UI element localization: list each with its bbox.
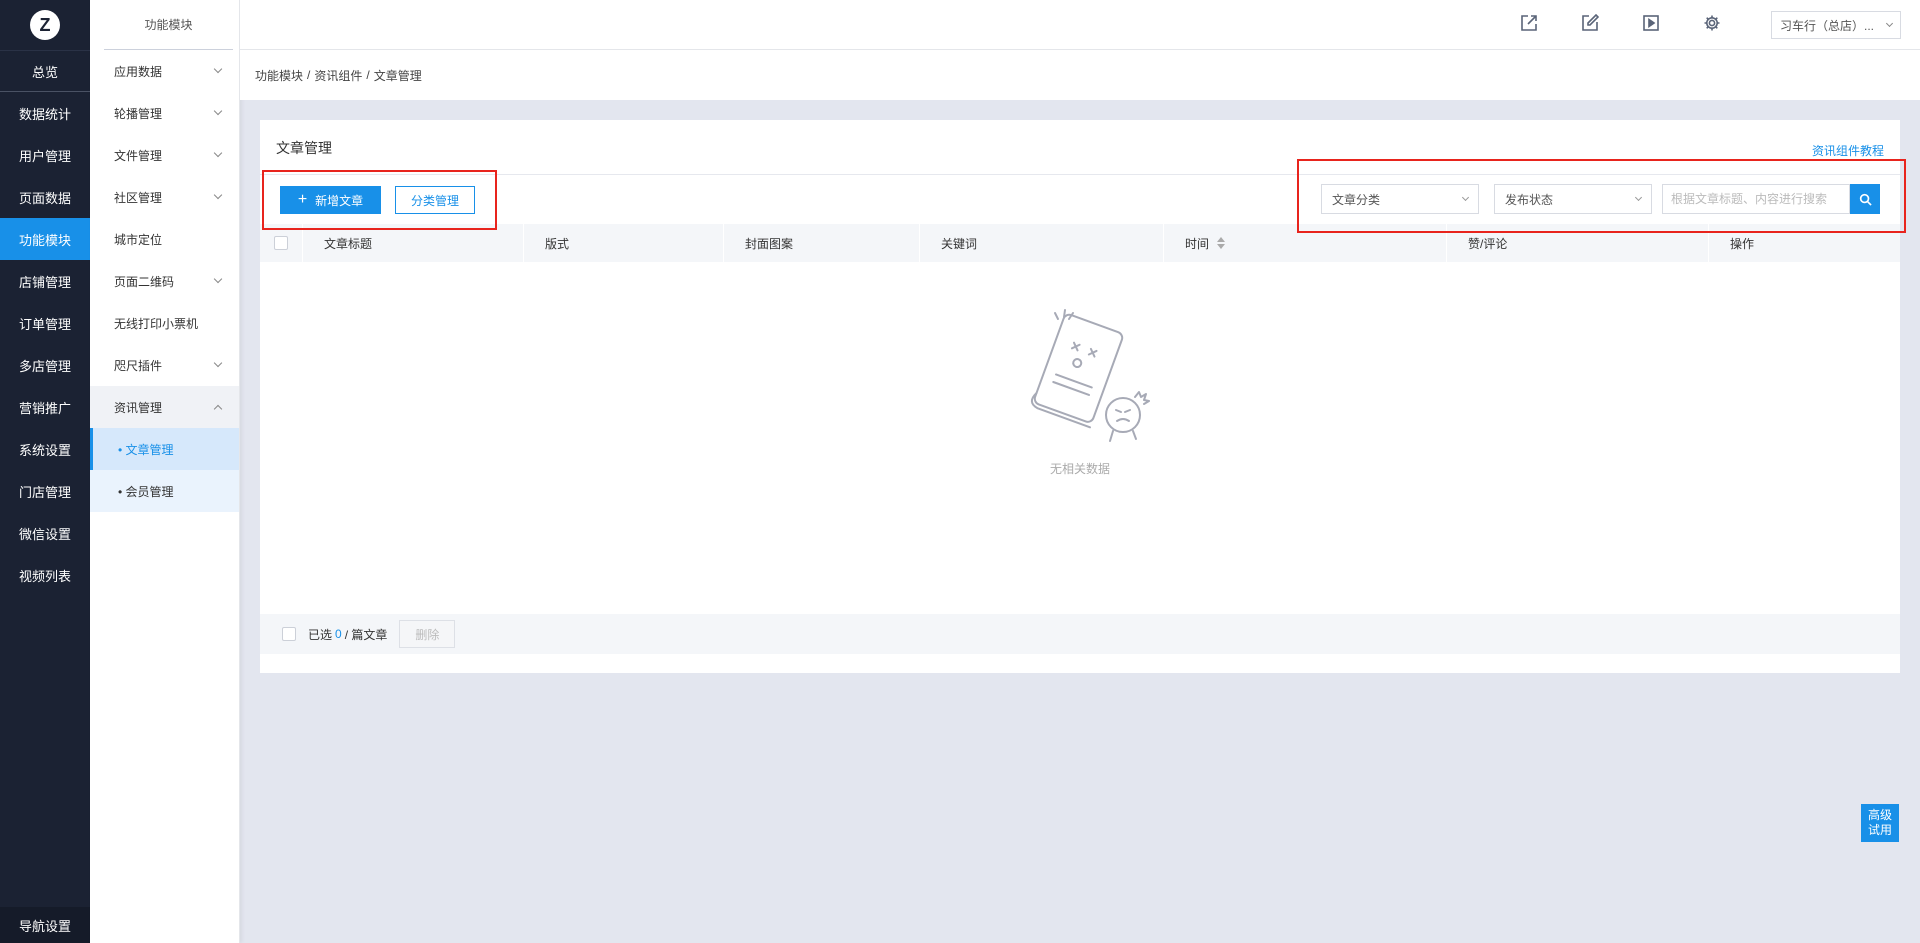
subnav-label: 文件管理 — [114, 148, 163, 163]
breadcrumb-item: 文章管理 — [373, 68, 422, 83]
chevron-down-icon — [213, 274, 223, 284]
subnav-label: 咫尺插件 — [114, 358, 163, 373]
advanced-trial-button[interactable]: 高级 试用 — [1861, 804, 1899, 842]
nav-item-multi-store[interactable]: 多店管理 — [0, 344, 90, 386]
subnav-label: 轮播管理 — [114, 106, 163, 121]
subnav-plugin[interactable]: 咫尺插件 — [90, 344, 239, 386]
store-selector[interactable]: 习车行（总店）... — [1771, 11, 1901, 39]
external-link-icon[interactable] — [1518, 12, 1540, 34]
secondary-sidebar: 功能模块 应用数据 轮播管理 文件管理 社区管理 城市定位 页面二维码 无线打印… — [90, 0, 240, 943]
subnav-community[interactable]: 社区管理 — [90, 176, 239, 218]
subnav-articles[interactable]: • 文章管理 — [90, 428, 239, 470]
subnav-members[interactable]: • 会员管理 — [90, 470, 239, 512]
subnav-printer[interactable]: 无线打印小票机 — [90, 302, 239, 344]
subnav-qrcode[interactable]: 页面二维码 — [90, 260, 239, 302]
breadcrumb-separator: / — [366, 68, 370, 82]
store-selector-label: 习车行（总店）... — [1780, 18, 1875, 33]
advanced-trial-label: 高级 试用 — [1868, 808, 1892, 838]
chevron-down-icon — [1885, 19, 1894, 28]
nav-item-modules[interactable]: 功能模块 — [0, 218, 90, 260]
app-logo[interactable]: Z — [0, 0, 90, 50]
footer-select-checkbox[interactable] — [282, 627, 296, 641]
col-cover: 封面图案 — [723, 224, 919, 262]
subnav-carousel[interactable]: 轮播管理 — [90, 92, 239, 134]
selected-suffix: / 篇文章 — [344, 627, 388, 642]
nav-item-marketing[interactable]: 营销推广 — [0, 386, 90, 428]
subnav-label: 页面二维码 — [114, 274, 175, 289]
nav-item-shop[interactable]: 店铺管理 — [0, 260, 90, 302]
nav-item-data-stats[interactable]: 数据统计 — [0, 92, 90, 134]
nav-item-orders[interactable]: 订单管理 — [0, 302, 90, 344]
advanced-trial-line2: 试用 — [1867, 823, 1892, 837]
play-icon[interactable] — [1640, 12, 1662, 34]
subnav-label: 社区管理 — [114, 190, 163, 205]
chevron-down-icon — [213, 64, 223, 74]
highlight-box-actions — [262, 170, 497, 230]
chevron-down-icon — [213, 148, 223, 158]
selected-prefix: 已选 — [308, 627, 333, 642]
subnav-label: 应用数据 — [114, 64, 163, 79]
chevron-down-icon — [213, 106, 223, 116]
breadcrumb: 功能模块 / 资讯组件 / 文章管理 — [240, 50, 1920, 100]
top-bar: 习车行（总店）... — [240, 0, 1920, 50]
nav-home[interactable]: 总览 — [0, 50, 90, 92]
chevron-up-icon — [213, 404, 223, 414]
nav-item-users[interactable]: 用户管理 — [0, 134, 90, 176]
col-time-label: 时间 — [1185, 236, 1210, 251]
nav-item-stores[interactable]: 门店管理 — [0, 470, 90, 512]
empty-state-text: 无相关数据 — [1049, 462, 1110, 476]
primary-sidebar: Z 总览 数据统计 用户管理 页面数据 功能模块 店铺管理 订单管理 多店管理 … — [0, 0, 90, 943]
nav-item-system[interactable]: 系统设置 — [0, 428, 90, 470]
breadcrumb-separator: / — [307, 68, 311, 82]
secondary-sidebar-title: 功能模块 — [104, 0, 233, 50]
nav-item-page-data[interactable]: 页面数据 — [0, 176, 90, 218]
nav-settings[interactable]: 导航设置 — [0, 907, 90, 943]
subnav-label: 资讯管理 — [114, 400, 163, 415]
delete-button[interactable]: 删除 — [399, 620, 456, 648]
empty-state: 无相关数据 — [995, 305, 1165, 477]
empty-illustration-icon — [1030, 309, 1150, 442]
col-keywords: 关键词 — [919, 224, 1163, 262]
primary-nav-list: 数据统计 用户管理 页面数据 功能模块 店铺管理 订单管理 多店管理 营销推广 … — [0, 92, 90, 596]
selected-count: 0 — [335, 627, 342, 641]
highlight-box-filters — [1297, 159, 1906, 233]
table-footer: 已选 0 / 篇文章 删除 — [260, 614, 1900, 654]
tutorial-link[interactable]: 资讯组件教程 — [1812, 142, 1884, 159]
select-all-checkbox[interactable] — [274, 236, 288, 250]
subnav-label: 无线打印小票机 — [114, 316, 199, 331]
chevron-down-icon — [213, 358, 223, 368]
subnav-label: 城市定位 — [114, 232, 163, 247]
col-layout: 版式 — [523, 224, 723, 262]
advanced-trial-line1: 高级 — [1867, 808, 1892, 822]
subnav-files[interactable]: 文件管理 — [90, 134, 239, 176]
breadcrumb-item[interactable]: 功能模块 — [255, 67, 303, 84]
breadcrumb-item[interactable]: 资讯组件 — [314, 67, 362, 84]
page-title: 文章管理 — [276, 140, 332, 156]
logo-icon: Z — [30, 10, 60, 40]
secondary-nav-list: 应用数据 轮播管理 文件管理 社区管理 城市定位 页面二维码 无线打印小票机 咫… — [90, 50, 239, 512]
edit-icon[interactable] — [1579, 12, 1601, 34]
subnav-city[interactable]: 城市定位 — [90, 218, 239, 260]
subnav-news[interactable]: 资讯管理 — [90, 386, 239, 428]
gear-icon[interactable] — [1701, 12, 1723, 34]
nav-item-videos[interactable]: 视频列表 — [0, 554, 90, 596]
chevron-down-icon — [213, 190, 223, 200]
sort-icon[interactable] — [1217, 237, 1226, 249]
subnav-app-data[interactable]: 应用数据 — [90, 50, 239, 92]
nav-item-wechat[interactable]: 微信设置 — [0, 512, 90, 554]
